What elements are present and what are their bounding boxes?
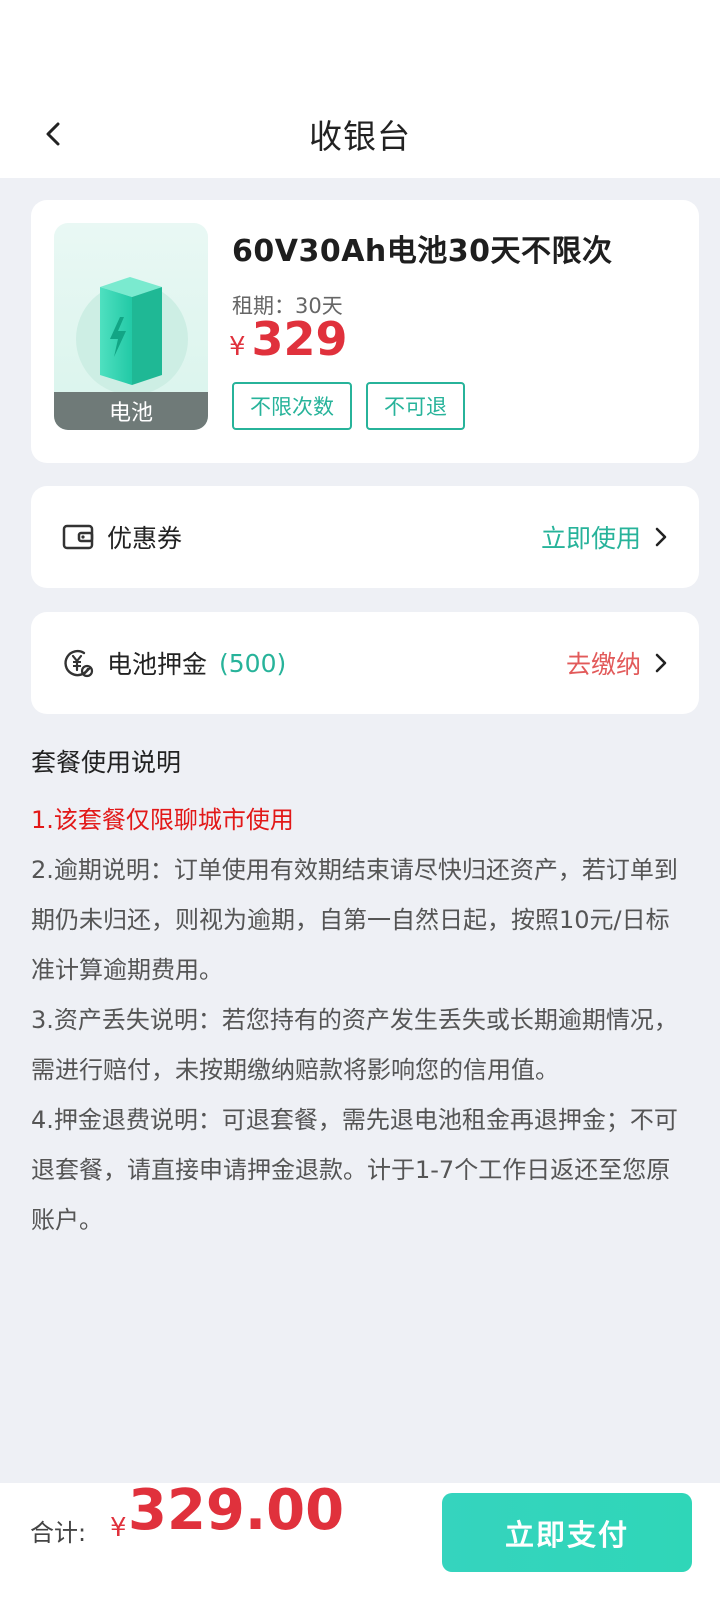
product-card: 电池 60V30Ah电池30天不限次 租期：30天 ¥ 329 不限次数 不可退 xyxy=(31,200,699,463)
coupon-action[interactable]: 立即使用 xyxy=(541,519,669,555)
currency-symbol: ¥ xyxy=(229,332,246,362)
battery-icon xyxy=(100,277,162,385)
description-item: 4.押金退费说明：可退套餐，需先退电池租金再退押金；不可退套餐，请直接申请押金退… xyxy=(31,1106,678,1234)
description-item: 1.该套餐仅限聊城市使用 xyxy=(31,806,294,834)
tag-non-refundable: 不可退 xyxy=(366,382,465,430)
price-value: 329 xyxy=(251,312,348,366)
use-coupon-link[interactable]: 立即使用 xyxy=(541,519,641,555)
chevron-left-icon xyxy=(46,122,60,146)
product-thumbnail: 电池 xyxy=(54,223,208,430)
nav-bar: 收银台 xyxy=(0,90,720,178)
total-currency-symbol: ¥ xyxy=(110,1513,127,1543)
coupon-label: 优惠券 xyxy=(107,524,183,553)
deposit-row[interactable]: 电池押金 (500) 去缴纳 xyxy=(31,612,699,714)
total-amount: 329.00 xyxy=(128,1478,345,1543)
chevron-right-icon xyxy=(655,527,667,547)
page-title: 收银台 xyxy=(309,117,411,156)
total-label: 合计: xyxy=(30,1519,87,1547)
description-item: 2.逾期说明：订单使用有效期结束请尽快归还资产，若订单到期仍未归还，则视为逾期，… xyxy=(31,856,678,984)
product-title: 60V30Ah电池30天不限次 xyxy=(232,234,613,269)
thumbnail-label: 电池 xyxy=(54,392,208,430)
back-button[interactable] xyxy=(30,110,78,158)
pay-now-button[interactable]: 立即支付 xyxy=(442,1493,692,1572)
checkout-bar: 合计: ¥ 329.00 立即支付 xyxy=(0,1478,720,1600)
deposit-label: 电池押金 xyxy=(107,650,208,679)
description-text: 1.该套餐仅限聊城市使用 2.逾期说明：订单使用有效期结束请尽快归还资产，若订单… xyxy=(31,795,681,1245)
deposit-action[interactable]: 去缴纳 xyxy=(566,645,669,681)
tag-unlimited: 不限次数 xyxy=(232,382,352,430)
deposit-icon xyxy=(61,646,95,680)
status-bar xyxy=(0,0,720,90)
pay-deposit-link[interactable]: 去缴纳 xyxy=(566,645,641,681)
description-title: 套餐使用说明 xyxy=(31,748,182,777)
wallet-icon xyxy=(61,520,95,554)
description-item: 3.资产丢失说明：若您持有的资产发生丢失或长期逾期情况，需进行赔付，未按期缴纳赔… xyxy=(31,1006,678,1084)
chevron-right-icon xyxy=(655,653,667,673)
product-tags: 不限次数 不可退 xyxy=(232,382,465,430)
product-price: ¥ 329 xyxy=(229,312,348,366)
coupon-row[interactable]: 优惠券 立即使用 xyxy=(31,486,699,588)
deposit-amount: (500) xyxy=(219,648,287,678)
